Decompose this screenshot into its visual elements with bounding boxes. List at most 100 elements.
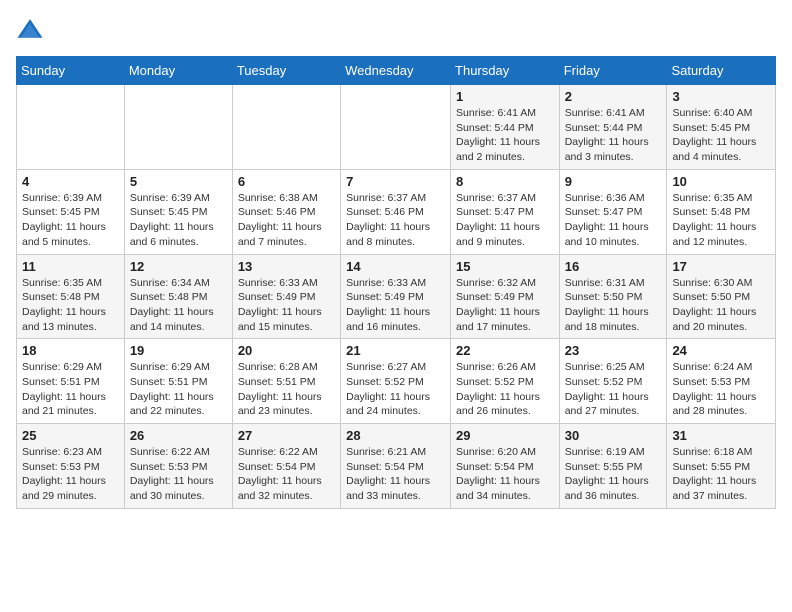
day-detail: Sunrise: 6:41 AM Sunset: 5:44 PM Dayligh… [565, 106, 662, 165]
day-number: 1 [456, 89, 554, 104]
logo [16, 16, 48, 44]
calendar-cell: 11 Sunrise: 6:35 AM Sunset: 5:48 PM Dayli… [17, 254, 125, 339]
day-number: 7 [346, 174, 445, 189]
day-number: 31 [672, 428, 770, 443]
day-detail: Sunrise: 6:40 AM Sunset: 5:45 PM Dayligh… [672, 106, 770, 165]
day-number: 27 [238, 428, 335, 443]
day-detail: Sunrise: 6:29 AM Sunset: 5:51 PM Dayligh… [22, 360, 119, 419]
calendar-cell [17, 85, 125, 170]
calendar-cell: 21Sunrise: 6:27 AM Sunset: 5:52 PM Dayli… [341, 339, 451, 424]
weekday-header-monday: Monday [124, 57, 232, 85]
day-detail: Sunrise: 6:33 AM Sunset: 5:49 PM Dayligh… [238, 276, 335, 335]
calendar-cell: 8 Sunrise: 6:37 AM Sunset: 5:47 PM Daylig… [451, 169, 560, 254]
day-number: 26 [130, 428, 227, 443]
calendar-cell: 30 Sunrise: 6:19 AM Sunset: 5:55 PM Dayli… [559, 424, 667, 509]
weekday-header-friday: Friday [559, 57, 667, 85]
calendar-cell: 9 Sunrise: 6:36 AM Sunset: 5:47 PM Daylig… [559, 169, 667, 254]
day-number: 5 [130, 174, 227, 189]
day-number: 16 [565, 259, 662, 274]
day-detail: Sunrise: 6:37 AM Sunset: 5:47 PM Dayligh… [456, 191, 554, 250]
day-number: 19 [130, 343, 227, 358]
day-detail: Sunrise: 6:22 AM Sunset: 5:54 PM Dayligh… [238, 445, 335, 504]
day-detail: Sunrise: 6:28 AM Sunset: 5:51 PM Dayligh… [238, 360, 335, 419]
day-number: 6 [238, 174, 335, 189]
day-detail: Sunrise: 6:29 AM Sunset: 5:51 PM Dayligh… [130, 360, 227, 419]
day-number: 20 [238, 343, 335, 358]
calendar-cell: 25 Sunrise: 6:23 AM Sunset: 5:53 PM Dayli… [17, 424, 125, 509]
day-detail: Sunrise: 6:32 AM Sunset: 5:49 PM Dayligh… [456, 276, 554, 335]
day-detail: Sunrise: 6:37 AM Sunset: 5:46 PM Dayligh… [346, 191, 445, 250]
day-detail: Sunrise: 6:38 AM Sunset: 5:46 PM Dayligh… [238, 191, 335, 250]
calendar-cell: 6 Sunrise: 6:38 AM Sunset: 5:46 PM Daylig… [232, 169, 340, 254]
calendar-cell: 19 Sunrise: 6:29 AM Sunset: 5:51 PM Dayli… [124, 339, 232, 424]
day-number: 12 [130, 259, 227, 274]
calendar-cell: 27 Sunrise: 6:22 AM Sunset: 5:54 PM Dayli… [232, 424, 340, 509]
day-detail: Sunrise: 6:39 AM Sunset: 5:45 PM Dayligh… [130, 191, 227, 250]
weekday-header-sunday: Sunday [17, 57, 125, 85]
header [16, 16, 776, 44]
day-detail: Sunrise: 6:27 AM Sunset: 5:52 PM Dayligh… [346, 360, 445, 419]
calendar-cell [341, 85, 451, 170]
calendar-cell [232, 85, 340, 170]
day-number: 15 [456, 259, 554, 274]
day-number: 30 [565, 428, 662, 443]
day-detail: Sunrise: 6:19 AM Sunset: 5:55 PM Dayligh… [565, 445, 662, 504]
calendar-cell: 31 Sunrise: 6:18 AM Sunset: 5:55 PM Dayli… [667, 424, 776, 509]
day-number: 3 [672, 89, 770, 104]
weekday-header-tuesday: Tuesday [232, 57, 340, 85]
day-number: 13 [238, 259, 335, 274]
calendar-cell: 2 Sunrise: 6:41 AM Sunset: 5:44 PM Daylig… [559, 85, 667, 170]
day-detail: Sunrise: 6:18 AM Sunset: 5:55 PM Dayligh… [672, 445, 770, 504]
calendar-cell: 3 Sunrise: 6:40 AM Sunset: 5:45 PM Daylig… [667, 85, 776, 170]
calendar-cell: 24 Sunrise: 6:24 AM Sunset: 5:53 PM Dayli… [667, 339, 776, 424]
calendar-table: SundayMondayTuesdayWednesdayThursdayFrid… [16, 56, 776, 509]
calendar-cell: 12 Sunrise: 6:34 AM Sunset: 5:48 PM Dayli… [124, 254, 232, 339]
day-number: 10 [672, 174, 770, 189]
day-detail: Sunrise: 6:23 AM Sunset: 5:53 PM Dayligh… [22, 445, 119, 504]
day-detail: Sunrise: 6:34 AM Sunset: 5:48 PM Dayligh… [130, 276, 227, 335]
day-number: 11 [22, 259, 119, 274]
day-number: 24 [672, 343, 770, 358]
day-detail: Sunrise: 6:30 AM Sunset: 5:50 PM Dayligh… [672, 276, 770, 335]
day-detail: Sunrise: 6:25 AM Sunset: 5:52 PM Dayligh… [565, 360, 662, 419]
weekday-header-saturday: Saturday [667, 57, 776, 85]
calendar-cell: 17 Sunrise: 6:30 AM Sunset: 5:50 PM Dayli… [667, 254, 776, 339]
calendar-cell [124, 85, 232, 170]
weekday-header-thursday: Thursday [451, 57, 560, 85]
day-detail: Sunrise: 6:35 AM Sunset: 5:48 PM Dayligh… [672, 191, 770, 250]
day-detail: Sunrise: 6:26 AM Sunset: 5:52 PM Dayligh… [456, 360, 554, 419]
calendar-cell: 23Sunrise: 6:25 AM Sunset: 5:52 PM Dayli… [559, 339, 667, 424]
calendar-cell: 18 Sunrise: 6:29 AM Sunset: 5:51 PM Dayli… [17, 339, 125, 424]
calendar-cell: 28 Sunrise: 6:21 AM Sunset: 5:54 PM Dayli… [341, 424, 451, 509]
day-number: 22 [456, 343, 554, 358]
day-number: 18 [22, 343, 119, 358]
day-number: 25 [22, 428, 119, 443]
calendar-cell: 7 Sunrise: 6:37 AM Sunset: 5:46 PM Daylig… [341, 169, 451, 254]
calendar-cell: 26 Sunrise: 6:22 AM Sunset: 5:53 PM Dayli… [124, 424, 232, 509]
day-detail: Sunrise: 6:39 AM Sunset: 5:45 PM Dayligh… [22, 191, 119, 250]
day-number: 4 [22, 174, 119, 189]
day-number: 9 [565, 174, 662, 189]
calendar-cell: 1Sunrise: 6:41 AM Sunset: 5:44 PM Daylig… [451, 85, 560, 170]
day-detail: Sunrise: 6:20 AM Sunset: 5:54 PM Dayligh… [456, 445, 554, 504]
day-detail: Sunrise: 6:22 AM Sunset: 5:53 PM Dayligh… [130, 445, 227, 504]
calendar-cell: 22 Sunrise: 6:26 AM Sunset: 5:52 PM Dayli… [451, 339, 560, 424]
calendar-cell: 20 Sunrise: 6:28 AM Sunset: 5:51 PM Dayli… [232, 339, 340, 424]
calendar-cell: 13 Sunrise: 6:33 AM Sunset: 5:49 PM Dayli… [232, 254, 340, 339]
day-number: 28 [346, 428, 445, 443]
day-detail: Sunrise: 6:21 AM Sunset: 5:54 PM Dayligh… [346, 445, 445, 504]
logo-icon [16, 16, 44, 44]
day-number: 29 [456, 428, 554, 443]
calendar-cell: 29 Sunrise: 6:20 AM Sunset: 5:54 PM Dayli… [451, 424, 560, 509]
calendar-cell: 4 Sunrise: 6:39 AM Sunset: 5:45 PM Daylig… [17, 169, 125, 254]
day-number: 14 [346, 259, 445, 274]
calendar-cell: 16Sunrise: 6:31 AM Sunset: 5:50 PM Dayli… [559, 254, 667, 339]
day-number: 8 [456, 174, 554, 189]
day-detail: Sunrise: 6:33 AM Sunset: 5:49 PM Dayligh… [346, 276, 445, 335]
day-number: 2 [565, 89, 662, 104]
day-detail: Sunrise: 6:24 AM Sunset: 5:53 PM Dayligh… [672, 360, 770, 419]
day-detail: Sunrise: 6:35 AM Sunset: 5:48 PM Dayligh… [22, 276, 119, 335]
calendar-cell: 5 Sunrise: 6:39 AM Sunset: 5:45 PM Daylig… [124, 169, 232, 254]
day-detail: Sunrise: 6:36 AM Sunset: 5:47 PM Dayligh… [565, 191, 662, 250]
day-number: 17 [672, 259, 770, 274]
